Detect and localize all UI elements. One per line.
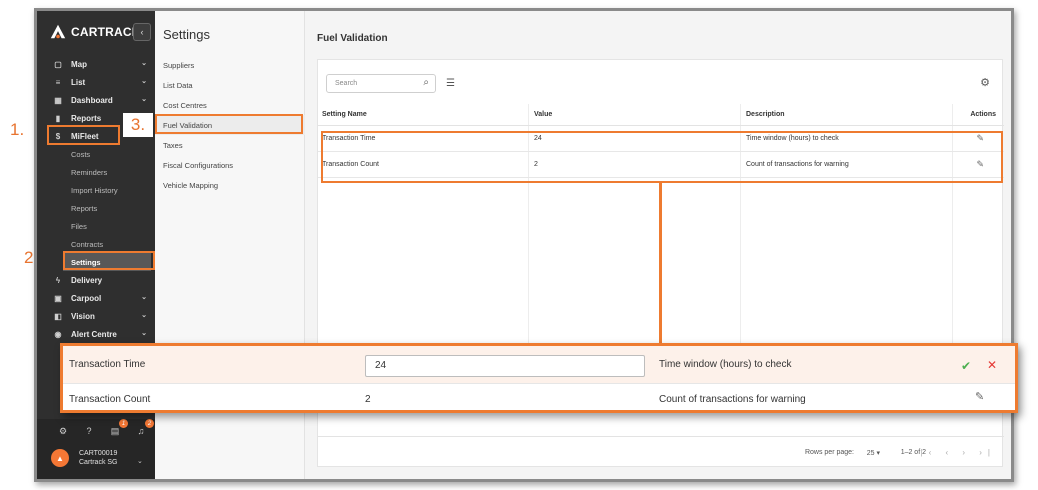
list-icon: ≡ [55, 77, 61, 87]
zoom-value: 2 [365, 394, 371, 405]
settings-gear-icon[interactable]: ⚙ [57, 425, 69, 437]
rows-per-page-label: Rows per page: [804, 449, 854, 456]
value-input[interactable]: 24 [365, 355, 645, 377]
chevron-down-icon: ⌄ [141, 78, 147, 85]
sidebar-item-dashboard[interactable]: ▦ Dashboard ⌄ [37, 91, 155, 109]
sidebar-item-map[interactable]: ▢ Map ⌄ [37, 55, 155, 73]
lightning-icon: ϟ [55, 275, 61, 285]
zoomed-table-callout: Transaction Time 24 Time window (hours) … [60, 343, 1018, 413]
zoom-setting-name: Transaction Count [69, 394, 151, 405]
sidebar-subitem-reminders[interactable]: Reminders [37, 163, 155, 181]
settings-item-vehicle-mapping[interactable]: Vehicle Mapping [155, 175, 305, 195]
settings-title: Settings [163, 27, 210, 42]
settings-item-fiscal-configurations[interactable]: Fiscal Configurations [155, 155, 305, 175]
bell-badge: 2 [145, 419, 154, 428]
sidebar-item-delivery[interactable]: ϟ Delivery [37, 271, 155, 289]
chevron-down-icon: ⌄ [141, 330, 147, 337]
user-company: Cartrack SG [79, 459, 118, 466]
rows-per-page-select[interactable]: 25 ▾ [867, 449, 880, 457]
highlight-settings [63, 251, 155, 270]
sidebar-item-vision[interactable]: ◧ Vision ⌄ [37, 307, 155, 325]
user-account: CART00019 [79, 450, 118, 457]
sidebar-collapse-button[interactable]: ‹ [133, 23, 151, 41]
zoom-description: Count of transactions for warning [659, 394, 806, 405]
gear-icon[interactable]: ⚙ [980, 76, 990, 89]
chevron-left-icon: ‹ [140, 27, 144, 37]
chevron-down-icon[interactable]: ⌄ [137, 457, 143, 465]
zoom-description: Time window (hours) to check [659, 359, 792, 370]
dashboard-icon: ▦ [54, 95, 62, 105]
table-header: Setting Name Value Description Actions [318, 104, 1004, 126]
sidebar-item-list[interactable]: ≡ List ⌄ [37, 73, 155, 91]
sidebar-subitem-files[interactable]: Files [37, 217, 155, 235]
search-icon: ⌕ [423, 77, 429, 88]
settings-item-list-data[interactable]: List Data [155, 75, 305, 95]
camera-icon: ◧ [54, 311, 62, 321]
sidebar-item-carpool[interactable]: ▣ Carpool ⌄ [37, 289, 155, 307]
highlight-table-rows [321, 131, 1003, 183]
chevron-down-icon: ⌄ [141, 96, 147, 103]
zoom-row-editing[interactable]: Transaction Time 24 Time window (hours) … [63, 346, 1015, 384]
calendar-icon: ▣ [54, 293, 62, 303]
sidebar-item-alert-centre[interactable]: ◉ Alert Centre ⌄ [37, 325, 155, 343]
user-menu[interactable]: ▲ CART00019 Cartrack SG [51, 449, 118, 467]
settings-item-suppliers[interactable]: Suppliers [155, 55, 305, 75]
step-3-label: 3. [123, 113, 153, 137]
help-icon[interactable]: ? [83, 425, 95, 437]
bell-icon[interactable]: ♫ 2 [135, 419, 154, 437]
confirm-check-icon[interactable]: ✔ [961, 359, 971, 373]
page-title: Fuel Validation [317, 33, 388, 44]
column-header-actions: Actions [970, 111, 996, 118]
cancel-close-icon[interactable]: ✕ [987, 358, 997, 372]
step-1-label: 1. [10, 120, 25, 139]
settings-item-taxes[interactable]: Taxes [155, 135, 305, 155]
chevron-down-icon: ⌄ [141, 312, 147, 319]
avatar: ▲ [51, 449, 69, 467]
inbox-icon[interactable]: ▤ 1 [109, 419, 128, 437]
map-icon: ▢ [54, 59, 62, 69]
brand-name: CARTRACK [71, 25, 141, 39]
inbox-badge: 1 [119, 419, 128, 428]
sidebar-nav: ▢ Map ⌄ ≡ List ⌄ ▦ Dashboard ⌄ ▮ Reports $ MiFle… [37, 55, 155, 343]
highlight-fuel-validation [155, 114, 303, 134]
sidebar-subitem-import-history[interactable]: Import History [37, 181, 155, 199]
search-input[interactable]: Search ⌕ [326, 74, 436, 93]
zoom-setting-name: Transaction Time [69, 359, 146, 370]
highlight-connector [659, 183, 662, 345]
column-header-setting-name[interactable]: Setting Name [322, 111, 367, 118]
filter-icon[interactable]: ☰ [446, 78, 455, 89]
edit-pencil-icon[interactable]: ✎ [975, 390, 984, 403]
column-header-description[interactable]: Description [746, 111, 785, 118]
settings-item-cost-centres[interactable]: Cost Centres [155, 95, 305, 115]
alert-icon: ◉ [54, 329, 62, 339]
chevron-down-icon: ⌄ [141, 60, 147, 67]
sidebar-subitem-reports[interactable]: Reports [37, 199, 155, 217]
sidebar-subitem-costs[interactable]: Costs [37, 145, 155, 163]
pagination-controls[interactable]: |‹ ‹ › ›| [921, 448, 996, 457]
bar-chart-icon: ▮ [55, 113, 61, 123]
chevron-down-icon: ⌄ [141, 294, 147, 301]
zoom-row[interactable]: Transaction Count 2 Count of transaction… [63, 384, 1015, 410]
sidebar-footer: ⚙ ? ▤ 1 ♫ 2 ▲ CART00019 Cartrack SG ⌄ [37, 419, 155, 479]
cartrack-logo-icon [50, 24, 66, 39]
table-pagination: Rows per page: 25 ▾ 1–2 of 2 |‹ ‹ › ›| [318, 436, 1004, 466]
footer-icons: ⚙ ? ▤ 1 ♫ 2 [57, 419, 154, 437]
column-header-value[interactable]: Value [534, 111, 552, 118]
highlight-mifleet [47, 125, 120, 145]
